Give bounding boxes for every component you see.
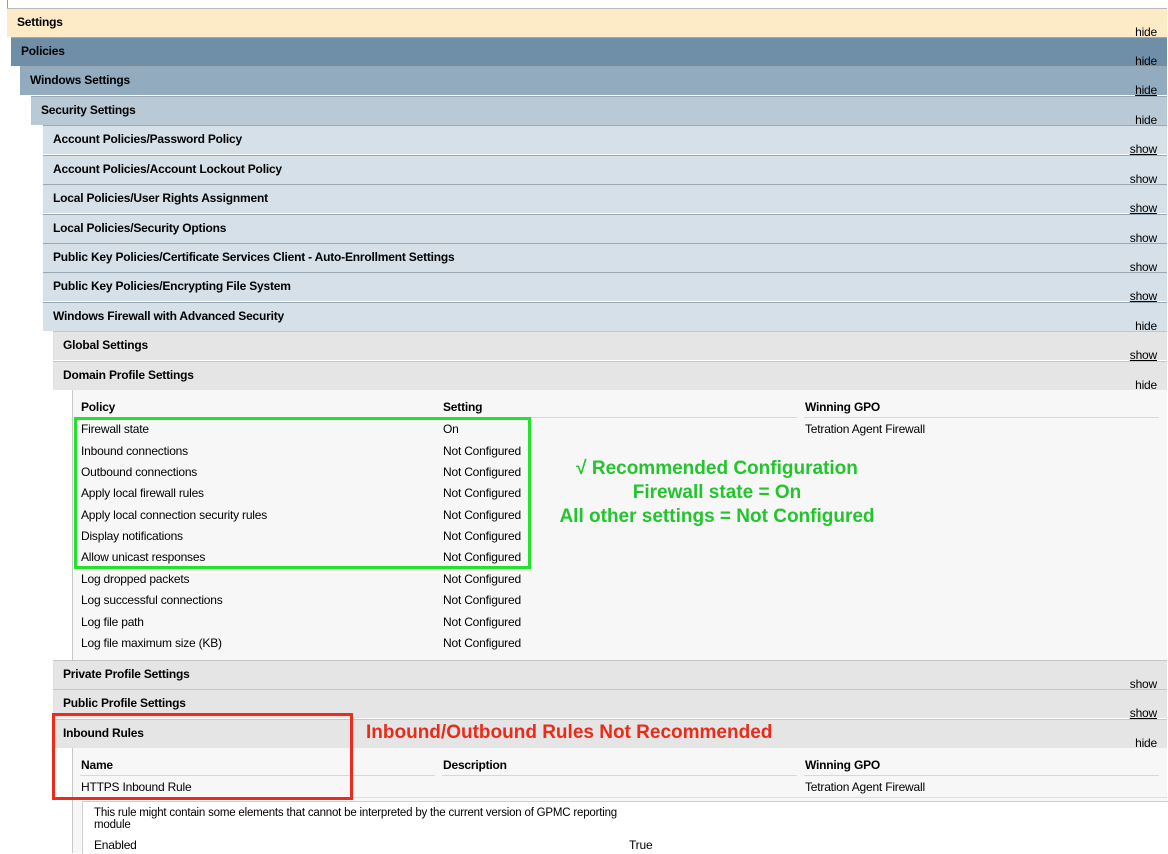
inbound-rules-table: Name Description Winning GPO HTTPS Inbou… bbox=[72, 748, 1168, 854]
section-title: Local Policies/Security Options bbox=[53, 221, 227, 235]
header-rule bbox=[442, 417, 797, 418]
section-domain-profile: Domain Profile Settings hide bbox=[53, 361, 1167, 392]
policy-setting: Not Configured bbox=[443, 636, 521, 650]
header-rule bbox=[80, 417, 435, 418]
policy-setting: Not Configured bbox=[443, 465, 521, 479]
hide-link[interactable]: hide bbox=[1135, 83, 1157, 97]
annotation-line: √ Recommended Configuration bbox=[576, 458, 858, 479]
section-title: Security Settings bbox=[41, 103, 136, 117]
policy-name: Inbound connections bbox=[81, 444, 188, 458]
tree-line bbox=[7, 0, 8, 8]
policy-setting: On bbox=[443, 422, 459, 436]
policy-name: Display notifications bbox=[81, 529, 183, 543]
section-public-profile: Public Profile Settings show bbox=[53, 689, 1167, 720]
section-title: Account Policies/Password Policy bbox=[53, 132, 242, 146]
section-title: Global Settings bbox=[63, 338, 149, 352]
section-security-options: Local Policies/Security Options show bbox=[43, 214, 1167, 245]
policy-setting: Not Configured bbox=[443, 550, 521, 564]
section-firewall: Windows Firewall with Advanced Security … bbox=[43, 302, 1167, 333]
col-header-gpo: Winning GPO bbox=[805, 758, 881, 772]
show-link[interactable]: show bbox=[1130, 348, 1157, 362]
policy-setting: Not Configured bbox=[443, 508, 521, 522]
header-rule bbox=[442, 775, 797, 776]
header-rule bbox=[804, 417, 1159, 418]
section-title: Public Profile Settings bbox=[63, 696, 186, 710]
show-link[interactable]: show bbox=[1130, 201, 1157, 215]
not-recommended-annotation: Inbound/Outbound Rules Not Recommended bbox=[366, 722, 773, 743]
section-policies: Policies hide bbox=[11, 37, 1167, 68]
col-header-setting: Setting bbox=[443, 400, 483, 414]
rule-detail: This rule might contain some elements th… bbox=[82, 801, 1168, 854]
policy-setting: Not Configured bbox=[443, 593, 521, 607]
policy-name: Log file maximum size (KB) bbox=[81, 636, 222, 650]
section-efs: Public Key Policies/Encrypting File Syst… bbox=[43, 272, 1167, 303]
annotation-line: Firewall state = On bbox=[632, 482, 802, 503]
col-header-gpo: Winning GPO bbox=[805, 400, 881, 414]
section-autoenroll: Public Key Policies/Certificate Services… bbox=[43, 243, 1167, 274]
show-link[interactable]: show bbox=[1130, 289, 1157, 303]
policy-setting: Not Configured bbox=[443, 572, 521, 586]
winning-gpo: Tetration Agent Firewall bbox=[805, 422, 925, 436]
section-title: Private Profile Settings bbox=[63, 667, 190, 681]
winning-gpo: Tetration Agent Firewall bbox=[805, 780, 925, 794]
section-user-rights: Local Policies/User Rights Assignment sh… bbox=[43, 184, 1167, 215]
section-title: Account Policies/Account Lockout Policy bbox=[53, 162, 282, 176]
policy-name: Apply local firewall rules bbox=[81, 486, 204, 500]
rule-name: HTTPS Inbound Rule bbox=[81, 780, 192, 794]
policy-setting: Not Configured bbox=[443, 615, 521, 629]
section-lockout-policy: Account Policies/Account Lockout Policy … bbox=[43, 155, 1167, 186]
policy-setting: Not Configured bbox=[443, 529, 521, 543]
col-header-name: Name bbox=[81, 758, 113, 772]
policy-name: Outbound connections bbox=[81, 465, 198, 479]
header-rule bbox=[80, 775, 435, 776]
section-title: Public Key Policies/Certificate Services… bbox=[53, 250, 455, 264]
section-windows-settings: Windows Settings hide bbox=[20, 66, 1167, 97]
show-link[interactable]: show bbox=[1130, 706, 1157, 720]
policy-setting: Not Configured bbox=[443, 444, 521, 458]
col-header-policy: Policy bbox=[81, 400, 116, 414]
section-security-settings: Security Settings hide bbox=[31, 96, 1167, 127]
row-rule bbox=[80, 797, 1167, 798]
annotation-line: All other settings = Not Configured bbox=[559, 506, 875, 527]
section-title: Settings bbox=[17, 15, 63, 29]
policy-setting: Not Configured bbox=[443, 486, 521, 500]
policy-name: Log file path bbox=[81, 615, 144, 629]
section-title: Domain Profile Settings bbox=[63, 368, 194, 382]
section-title: Windows Firewall with Advanced Security bbox=[53, 309, 285, 323]
panel-border bbox=[72, 390, 73, 660]
col-header-description: Description bbox=[443, 758, 507, 772]
enabled-value: True bbox=[629, 838, 653, 852]
show-link[interactable]: show bbox=[1130, 142, 1157, 156]
section-title: Inbound Rules bbox=[63, 726, 144, 740]
section-private-profile: Private Profile Settings show bbox=[53, 660, 1167, 691]
policy-name: Log successful connections bbox=[81, 593, 223, 607]
section-settings: Settings hide bbox=[7, 8, 1167, 39]
recommended-annotation: √ Recommended Configuration Firewall sta… bbox=[540, 457, 894, 529]
rule-note: This rule might contain some elements th… bbox=[94, 807, 617, 831]
policy-name: Allow unicast responses bbox=[81, 550, 206, 564]
policy-name: Log dropped packets bbox=[81, 572, 190, 586]
section-title: Policies bbox=[21, 44, 65, 58]
section-password-policy: Account Policies/Password Policy show bbox=[43, 125, 1167, 156]
policy-name: Firewall state bbox=[81, 422, 149, 436]
policy-name: Apply local connection security rules bbox=[81, 508, 268, 522]
section-title: Public Key Policies/Encrypting File Syst… bbox=[53, 279, 291, 293]
section-global-settings: Global Settings show bbox=[53, 331, 1167, 362]
panel-border bbox=[72, 748, 73, 853]
header-rule bbox=[804, 775, 1159, 776]
section-title: Local Policies/User Rights Assignment bbox=[53, 191, 268, 205]
section-title: Windows Settings bbox=[30, 73, 131, 87]
enabled-label: Enabled bbox=[94, 838, 137, 852]
